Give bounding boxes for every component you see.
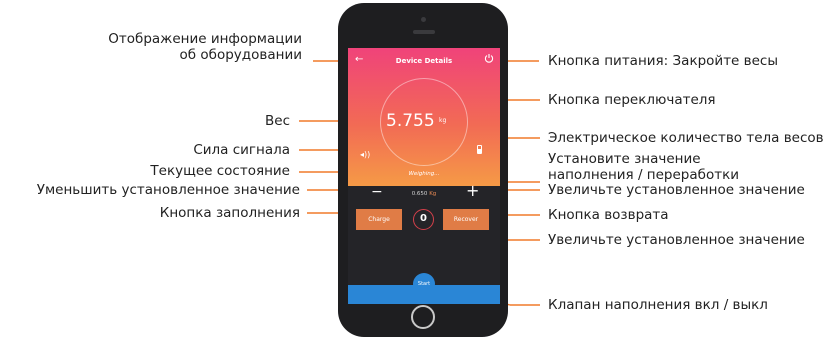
callout-weight: Вес <box>265 113 290 129</box>
set-value-unit: Kg <box>429 191 437 197</box>
callout-switch: Кнопка переключателя <box>548 92 716 108</box>
battery-icon <box>477 145 482 154</box>
callout-set-value: Установите значение наполнения / перераб… <box>548 151 740 183</box>
speaker-grille <box>413 30 435 34</box>
recover-button[interactable]: Recover <box>443 209 489 230</box>
set-value-number: 0.650 <box>411 191 428 197</box>
status-text: Weighing... <box>408 171 440 177</box>
callout-device-info: Отображение информации об оборудовании <box>108 31 302 63</box>
weight-value: 5.755 <box>386 111 435 131</box>
callout-counter: Увеличьте установленное значение <box>548 232 805 248</box>
callout-charge: Кнопка заполнения <box>159 205 300 221</box>
counter-display[interactable]: 0 <box>413 209 434 230</box>
start-button[interactable]: Start <box>413 273 435 295</box>
callout-valve: Клапан наполнения вкл / выкл <box>548 297 768 313</box>
unit-switch[interactable]: kg <box>439 117 446 124</box>
callout-current-state: Текущее состояние <box>150 163 290 179</box>
power-icon[interactable] <box>484 53 494 63</box>
callout-increase: Увеличьте установленное значение <box>548 182 805 198</box>
callout-battery: Электрическое количество тела весов <box>548 130 824 146</box>
signal-icon: ◂)) <box>360 150 371 159</box>
charge-button[interactable]: Charge <box>356 209 402 230</box>
increase-button[interactable]: + <box>466 181 479 200</box>
home-button <box>411 305 435 329</box>
camera-dot <box>421 17 426 22</box>
weight-panel: ← Device Details 5.755 kg ◂)) Weighing..… <box>348 48 500 186</box>
callout-decrease: Уменьшить установленное значение <box>36 182 300 198</box>
callout-recover: Кнопка возврата <box>548 207 669 223</box>
callout-signal: Сила сигнала <box>193 142 290 158</box>
app-screen: ← Device Details 5.755 kg ◂)) Weighing..… <box>348 48 500 304</box>
callout-power: Кнопка питания: Закройте весы <box>548 53 779 69</box>
phone-mockup: ← Device Details 5.755 kg ◂)) Weighing..… <box>338 3 508 337</box>
page-title: Device Details <box>395 57 453 65</box>
